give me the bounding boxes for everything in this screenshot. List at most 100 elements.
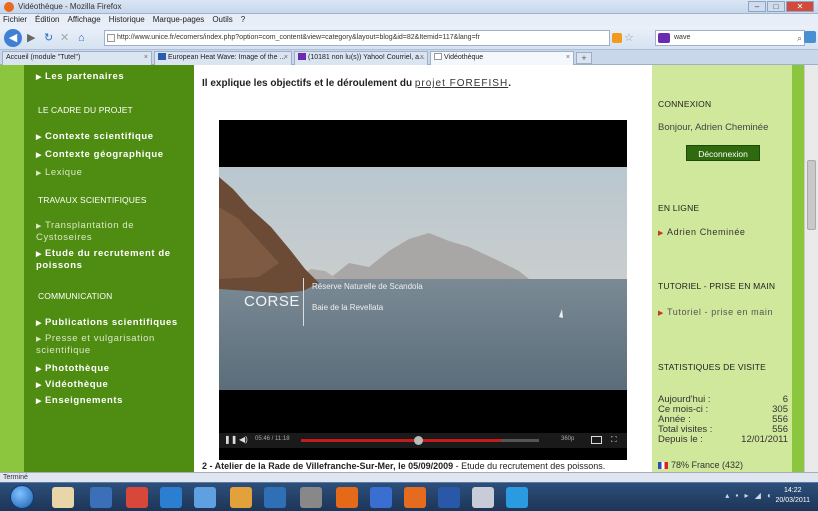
pdf-reader-icon[interactable] xyxy=(126,487,148,508)
connexion-title: CONNEXION xyxy=(658,99,712,109)
sidebar-item-contexte-geographique[interactable]: ▶ Contexte géographique xyxy=(36,149,164,160)
new-tab-button[interactable]: + xyxy=(576,52,592,64)
yahoo-search-engine-icon[interactable] xyxy=(658,33,670,43)
sidebar-item-transplantation[interactable]: ▶ Transplantation de Cystoseires xyxy=(36,220,184,243)
menu-edition[interactable]: Édition xyxy=(35,14,59,26)
stats-title: STATISTIQUES DE VISITE xyxy=(658,362,766,372)
console-icon[interactable] xyxy=(300,487,322,508)
country-stat: 78% France (432) xyxy=(658,460,743,470)
video-player[interactable]: CORSE Réserve Naturelle de Scandola Baie… xyxy=(219,120,627,460)
r-icon[interactable] xyxy=(438,487,460,508)
tab-bar: Accueil (module "Tutel") × European Heat … xyxy=(0,50,818,65)
triangle-right-icon: ▶ xyxy=(36,251,42,258)
online-title: EN LIGNE xyxy=(658,203,700,213)
popout-icon[interactable] xyxy=(591,436,602,444)
online-user[interactable]: ▶ Adrien Cheminée xyxy=(658,227,746,237)
rss-feed-icon[interactable] xyxy=(612,33,622,43)
video-progress-knob[interactable] xyxy=(413,436,423,445)
sidebar-item-presse[interactable]: ▶ Presse et vulgarisation scientifique xyxy=(36,333,186,356)
sidebar-item-publications[interactable]: ▶ Publications scientifiques xyxy=(36,317,178,328)
france-flag-icon xyxy=(658,462,668,469)
fullscreen-icon[interactable]: ⛶ xyxy=(611,435,617,445)
sidebar-item-phototheque[interactable]: ▶ Photothèque xyxy=(36,363,110,374)
app-icon[interactable] xyxy=(472,487,494,508)
tab-close-icon[interactable]: × xyxy=(566,52,570,64)
menu-fichier[interactable]: Fichier xyxy=(3,14,27,26)
paint-icon[interactable] xyxy=(230,487,252,508)
sidebar-menu: ▶ Les partenaires LE CADRE DU PROJET ▶ Con… xyxy=(24,65,194,472)
tutorial-title: TUTORIEL - PRISE EN MAIN xyxy=(658,281,776,291)
clock-date: 20/03/2011 xyxy=(775,497,810,504)
firefox-icon xyxy=(4,2,14,12)
maximize-button[interactable]: □ xyxy=(767,1,785,12)
scrollbar-thumb[interactable] xyxy=(807,160,816,230)
app-icon[interactable] xyxy=(194,487,216,508)
reload-icon[interactable]: ↻ xyxy=(44,31,53,45)
tab-label: (10181 non lu(s)) Yahoo! Courriel, a... xyxy=(308,54,425,61)
minimize-button[interactable]: – xyxy=(748,1,766,12)
skype-icon[interactable] xyxy=(506,487,528,508)
home-icon[interactable]: ⌂ xyxy=(78,31,85,45)
main-content: Il explique les objectifs et le déroulem… xyxy=(194,65,652,472)
tab-close-icon[interactable]: × xyxy=(420,52,424,64)
search-input[interactable]: wave ⌕ xyxy=(655,30,805,46)
status-bar: Terminé xyxy=(0,472,818,482)
media-player-icon[interactable] xyxy=(90,487,112,508)
clock[interactable]: 14:22 20/03/2011 xyxy=(775,486,810,506)
powerpoint-icon[interactable] xyxy=(336,487,358,508)
triangle-right-icon: ▶ xyxy=(36,382,42,389)
left-frame-decoration xyxy=(0,65,24,472)
visit-statistics: Aujourd'hui :6 Ce mois-ci :305 Année :55… xyxy=(658,395,788,445)
sidebar-item-contexte-scientifique[interactable]: ▶ Contexte scientifique xyxy=(36,131,154,142)
menu-historique[interactable]: Historique xyxy=(109,14,145,26)
browser-icon[interactable] xyxy=(160,487,182,508)
word-icon[interactable] xyxy=(264,487,286,508)
tab-close-icon[interactable]: × xyxy=(284,52,288,64)
menu-marque-pages[interactable]: Marque-pages xyxy=(153,14,205,26)
sidebar-item-partenaires[interactable]: ▶ Les partenaires xyxy=(36,71,124,82)
tutorial-link[interactable]: ▶ Tutoriel - prise en main xyxy=(658,307,773,317)
bookmark-star-icon[interactable]: ☆ xyxy=(624,31,634,44)
tab-yahoo-mail[interactable]: (10181 non lu(s)) Yahoo! Courriel, a... × xyxy=(294,51,428,65)
menu-outils[interactable]: Outils xyxy=(212,14,232,26)
system-tray[interactable]: ▴ ▪ ▸ ◢ ◐ xyxy=(725,491,774,500)
tab-close-icon[interactable]: × xyxy=(144,52,148,64)
firefox-taskbar-icon[interactable] xyxy=(404,487,426,508)
start-button[interactable] xyxy=(10,485,34,509)
video-progress-bar[interactable] xyxy=(301,436,539,445)
yahoo-favicon-icon xyxy=(298,53,306,60)
back-arrow-icon[interactable]: ◀ xyxy=(4,29,22,47)
sidebar-item-videotheque[interactable]: ▶ Vidéothèque xyxy=(36,379,108,390)
stop-icon[interactable]: ✕ xyxy=(60,31,69,45)
triangle-right-icon: ▶ xyxy=(36,223,42,230)
volume-icon[interactable]: ◀) xyxy=(239,435,248,444)
menu-affichage[interactable]: Affichage xyxy=(67,14,100,26)
video-overlay-title: CORSE xyxy=(244,293,300,310)
triangle-right-icon: ▶ xyxy=(36,398,42,405)
greeting-text: Bonjour, Adrien Cheminée xyxy=(658,122,769,133)
close-window-button[interactable]: ✕ xyxy=(786,1,814,12)
tab-accueil[interactable]: Accueil (module "Tutel") × xyxy=(2,51,152,65)
window-title: Vidéothèque - Mozilla Firefox xyxy=(18,2,122,11)
video-quality-selector[interactable]: 360p xyxy=(561,436,574,442)
search-magnifier-icon[interactable]: ⌕ xyxy=(797,31,802,45)
menu-aide[interactable]: ? xyxy=(241,14,245,26)
sidebar-item-lexique[interactable]: ▶ Lexique xyxy=(36,167,82,178)
tab-videotheque[interactable]: Vidéothèque × xyxy=(430,51,574,65)
page-content: ▶ Les partenaires LE CADRE DU PROJET ▶ Con… xyxy=(0,65,818,472)
menubar: Fichier Édition Affichage Historique Mar… xyxy=(0,14,818,26)
sidebar-item-recrutement[interactable]: ▶ Etude du recrutement de poissons xyxy=(36,248,186,271)
url-input[interactable]: http://www.unice.fr/ecomers/index.php?op… xyxy=(104,30,610,46)
sidebar-section-cadre: LE CADRE DU PROJET xyxy=(38,105,133,115)
network-icon[interactable] xyxy=(370,487,392,508)
page-scrollbar[interactable] xyxy=(804,65,818,472)
addon-icon[interactable] xyxy=(804,31,816,43)
tab-heat-wave[interactable]: European Heat Wave: Image of the ... × xyxy=(154,51,292,65)
explorer-icon[interactable] xyxy=(52,487,74,508)
pause-icon[interactable]: ❚❚ xyxy=(224,435,237,444)
forward-arrow-icon[interactable]: ▶ xyxy=(27,31,35,45)
sidebar-item-enseignements[interactable]: ▶ Enseignements xyxy=(36,395,123,406)
forefish-project-link[interactable]: projet FOREFISH xyxy=(415,78,508,89)
triangle-right-icon: ▶ xyxy=(36,152,42,159)
logout-button[interactable]: Déconnexion xyxy=(686,145,760,161)
